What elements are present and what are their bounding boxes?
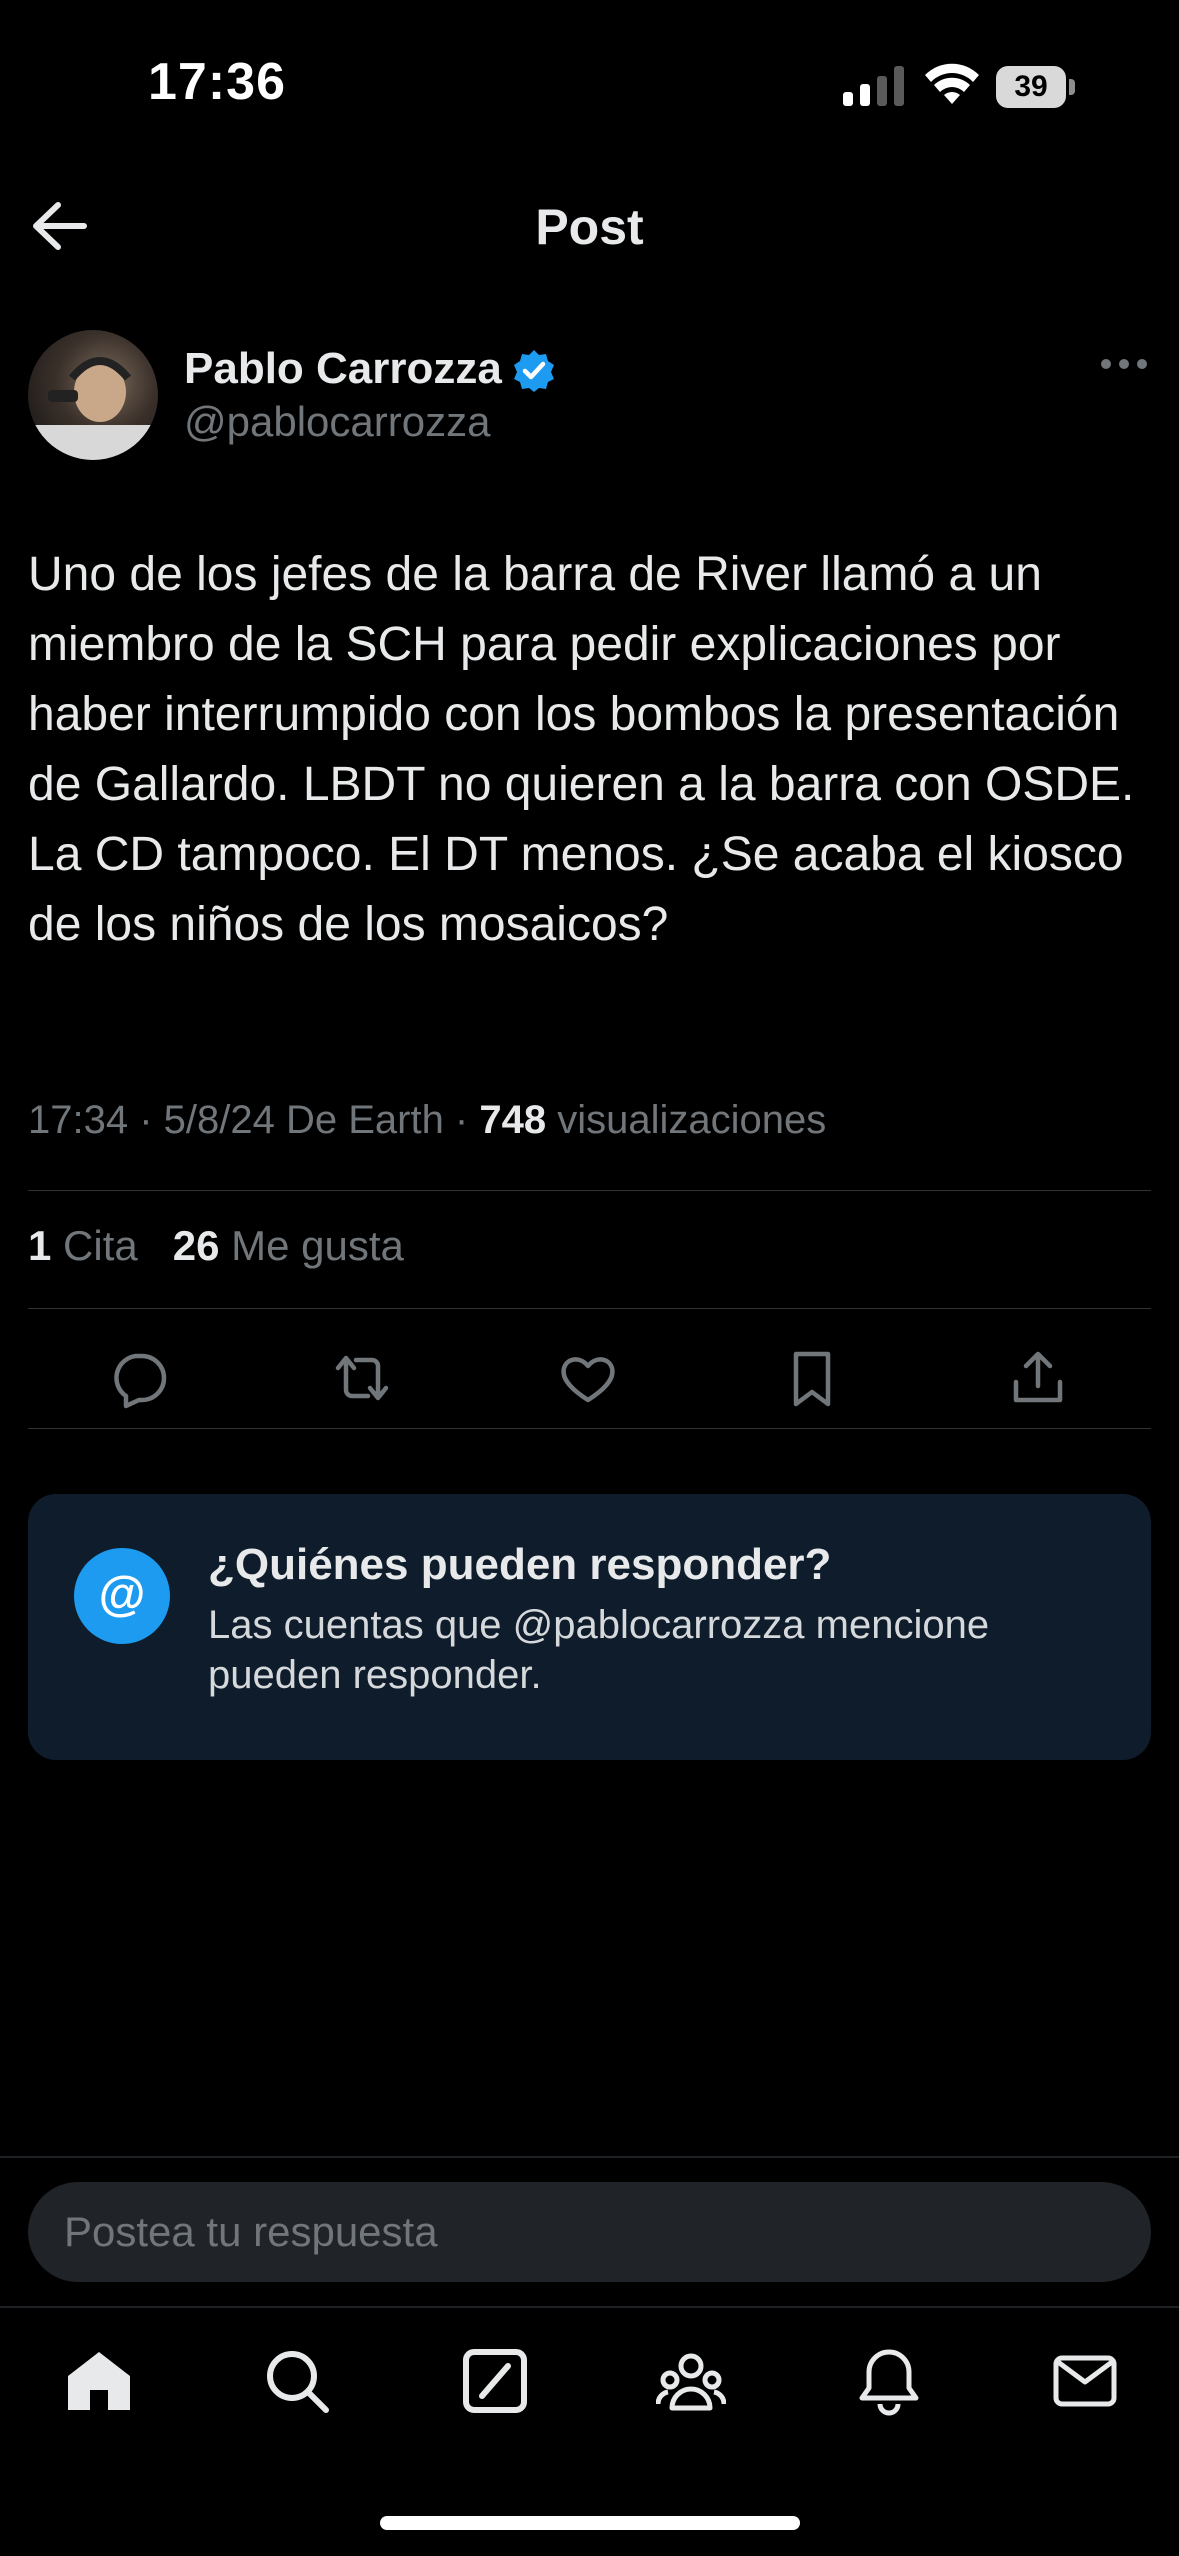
notifications-icon[interactable]	[854, 2346, 924, 2416]
divider	[28, 1428, 1151, 1429]
mention-icon: @	[74, 1548, 170, 1644]
reply-placeholder: Postea tu respuesta	[64, 2208, 438, 2255]
bookmark-icon[interactable]	[780, 1346, 844, 1410]
grok-icon[interactable]	[460, 2346, 530, 2416]
divider	[28, 1190, 1151, 1191]
author-handle[interactable]: @pablocarrozza	[184, 398, 490, 446]
repost-icon[interactable]	[330, 1346, 394, 1410]
like-icon[interactable]	[556, 1346, 620, 1410]
divider	[28, 1308, 1151, 1309]
post-stats: 1 Cita 26 Me gusta	[28, 1222, 404, 1270]
reply-restriction-text: Las cuentas que @pablocarrozza mencione …	[208, 1603, 990, 1697]
cellular-signal-icon	[843, 66, 904, 106]
messages-icon[interactable]	[1050, 2346, 1120, 2416]
quotes-count: 1	[28, 1222, 52, 1269]
reply-restriction-title: ¿Quiénes pueden responder?	[208, 1540, 832, 1589]
more-options-icon[interactable]	[1100, 352, 1148, 376]
divider	[0, 2156, 1179, 2158]
post-timestamp-source: 17:34 · 5/8/24 De Earth ·	[28, 1098, 480, 1142]
divider	[0, 2306, 1179, 2308]
status-time: 17:36	[148, 53, 286, 111]
reply-icon[interactable]	[106, 1346, 170, 1410]
share-icon[interactable]	[1006, 1346, 1070, 1410]
communities-icon[interactable]	[656, 2346, 726, 2416]
views-label: visualizaciones	[546, 1098, 827, 1142]
verified-badge-icon	[514, 350, 554, 392]
wifi-icon	[925, 63, 979, 104]
author-display-name[interactable]: Pablo Carrozza	[184, 344, 502, 394]
likes-label: Me gusta	[219, 1222, 404, 1269]
page-title: Post	[535, 199, 644, 255]
avatar[interactable]	[28, 330, 158, 460]
likes-stat[interactable]: 26 Me gusta	[173, 1222, 404, 1269]
battery-level: 39	[996, 66, 1066, 108]
home-icon[interactable]	[64, 2346, 134, 2416]
search-icon[interactable]	[262, 2346, 332, 2416]
quotes-label: Cita	[51, 1222, 138, 1269]
post-meta: 17:34 · 5/8/24 De Earth · 748 visualizac…	[28, 1098, 826, 1143]
likes-count: 26	[172, 1222, 220, 1269]
post-text: Uno de los jefes de la barra de River ll…	[28, 548, 1148, 951]
battery-icon: 39	[996, 66, 1076, 108]
quotes-stat[interactable]: 1 Cita	[28, 1222, 138, 1269]
home-indicator[interactable]	[380, 2516, 800, 2530]
views-count: 748	[479, 1098, 547, 1142]
